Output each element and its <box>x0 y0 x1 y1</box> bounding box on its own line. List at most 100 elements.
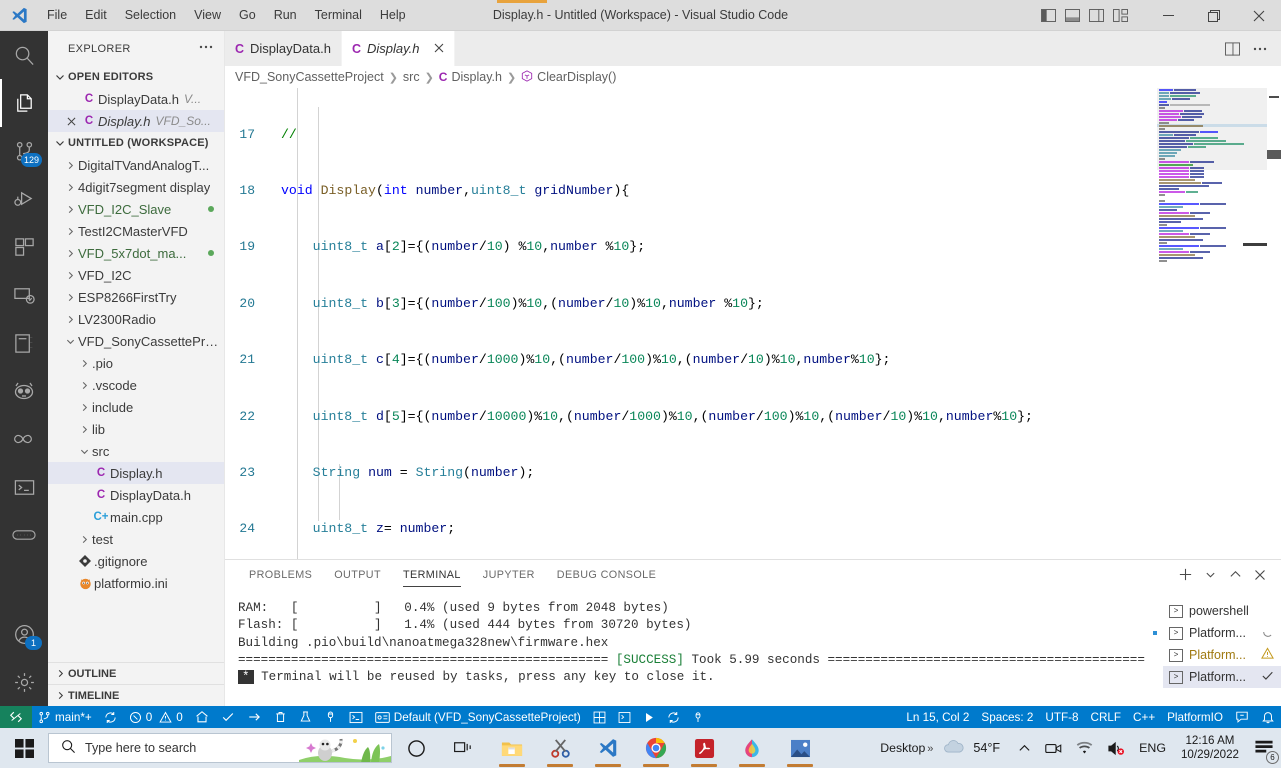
minimap-slider[interactable] <box>1157 88 1267 170</box>
section-open-editors[interactable]: OPEN EDITORS <box>48 66 224 88</box>
menu-run[interactable]: Run <box>265 0 306 31</box>
tree-folder[interactable]: include <box>48 396 224 418</box>
status-pio-run-icon[interactable] <box>637 706 661 728</box>
menu-view[interactable]: View <box>185 0 230 31</box>
start-button-icon[interactable] <box>0 728 48 768</box>
tree-folder[interactable]: lib <box>48 418 224 440</box>
tree-folder[interactable]: LV2300Radio <box>48 308 224 330</box>
activity-terminal-icon[interactable] <box>0 463 48 511</box>
status-pio-test-icon[interactable] <box>293 706 318 728</box>
tree-file-platformio-ini[interactable]: platformio.ini <box>48 572 224 594</box>
close-panel-icon[interactable] <box>1249 560 1271 589</box>
activity-settings-gear-icon[interactable] <box>0 658 48 706</box>
tree-folder[interactable]: VFD_I2C <box>48 264 224 286</box>
task-view-icon[interactable] <box>440 728 488 768</box>
tree-folder[interactable]: VFD_5x7dot_ma... <box>48 242 224 264</box>
activity-serial-monitor-icon[interactable] <box>0 511 48 559</box>
scrollbar-thumb[interactable] <box>1267 150 1281 159</box>
status-language-mode[interactable]: C++ <box>1127 706 1161 728</box>
panel-tab-problems[interactable]: PROBLEMS <box>238 560 323 589</box>
menu-go[interactable]: Go <box>230 0 265 31</box>
volume-muted-icon[interactable] <box>1100 728 1132 768</box>
tree-folder[interactable]: .vscode <box>48 374 224 396</box>
breadcrumb-symbol[interactable]: ClearDisplay() <box>521 69 616 85</box>
sidebar-more-actions-icon[interactable] <box>198 39 214 58</box>
activity-platformio-icon[interactable] <box>0 367 48 415</box>
maximize-panel-icon[interactable] <box>1224 560 1246 589</box>
toggle-panel-icon[interactable] <box>1060 0 1084 31</box>
acrobat-reader-icon[interactable] <box>680 728 728 768</box>
status-branch[interactable]: main*+ <box>32 706 98 728</box>
tree-folder[interactable]: VFD_SonyCassettePro... <box>48 330 224 352</box>
section-outline[interactable]: OUTLINE <box>48 662 224 684</box>
chevron-down-icon[interactable] <box>1199 560 1221 589</box>
panel-tab-debug-console[interactable]: DEBUG CONSOLE <box>546 560 667 589</box>
tree-file-display-h[interactable]: C Display.h <box>48 462 224 484</box>
tab-display-h[interactable]: C Display.h <box>341 31 455 66</box>
status-eol[interactable]: CRLF <box>1085 706 1128 728</box>
menu-selection[interactable]: Selection <box>116 0 185 31</box>
status-notifications-bell-icon[interactable] <box>1255 706 1281 728</box>
tree-file-displaydata-h[interactable]: C DisplayData.h <box>48 484 224 506</box>
activity-extensions-icon[interactable] <box>0 223 48 271</box>
close-window-button[interactable] <box>1236 0 1281 31</box>
code-editor[interactable]: 17// 18 void Display(int number,uint8_t g… <box>225 88 1281 559</box>
status-encoding[interactable]: UTF-8 <box>1039 706 1084 728</box>
photos-icon[interactable] <box>776 728 824 768</box>
news-and-interests-desktop[interactable]: Desktop » <box>870 741 935 755</box>
status-pio-serial-monitor-icon[interactable] <box>318 706 343 728</box>
minimize-button[interactable] <box>1146 0 1191 31</box>
status-cursor-position[interactable]: Ln 15, Col 2 <box>900 706 975 728</box>
status-indentation[interactable]: Spaces: 2 <box>975 706 1039 728</box>
action-center-icon[interactable]: 6 <box>1247 728 1281 768</box>
status-pio-home-icon[interactable] <box>189 706 215 728</box>
status-pio-boards-icon[interactable] <box>587 706 612 728</box>
editor-vertical-scrollbar[interactable] <box>1267 88 1281 559</box>
tree-folder[interactable]: .pio <box>48 352 224 374</box>
snipping-tool-icon[interactable] <box>536 728 584 768</box>
status-new-terminal-icon[interactable] <box>343 706 369 728</box>
tree-folder[interactable]: ESP8266FirstTry <box>48 286 224 308</box>
tree-folder[interactable]: 4digit7segment display <box>48 176 224 198</box>
breadcrumb-src[interactable]: src <box>403 70 420 84</box>
activity-remote-explorer-icon[interactable] <box>0 271 48 319</box>
activity-run-debug-icon[interactable] <box>0 175 48 223</box>
activity-search-icon[interactable] <box>0 31 48 79</box>
paint3d-icon[interactable] <box>728 728 776 768</box>
customize-layout-icon[interactable] <box>1108 0 1132 31</box>
weather-widget[interactable]: 54°F <box>935 728 1011 768</box>
menu-terminal[interactable]: Terminal <box>306 0 371 31</box>
terminal-output[interactable]: RAM: [ ] 0.4% (used 9 bytes from 2048 by… <box>225 589 1145 707</box>
toggle-primary-sidebar-icon[interactable] <box>1036 0 1060 31</box>
status-pio-env[interactable]: Default (VFD_SonyCassetteProject) <box>369 706 587 728</box>
new-terminal-icon[interactable] <box>1174 560 1196 589</box>
open-editor-item[interactable]: C Display.h VFD_So... <box>48 110 224 132</box>
panel-tab-jupyter[interactable]: JUPYTER <box>472 560 546 589</box>
toggle-secondary-sidebar-icon[interactable] <box>1084 0 1108 31</box>
panel-tab-output[interactable]: OUTPUT <box>323 560 392 589</box>
menu-edit[interactable]: Edit <box>76 0 116 31</box>
cortana-icon[interactable] <box>392 728 440 768</box>
close-editor-icon[interactable] <box>62 117 80 126</box>
status-pio-rebuild-icon[interactable] <box>661 706 686 728</box>
network-wifi-icon[interactable] <box>1069 728 1100 768</box>
status-problems[interactable]: 0 0 <box>123 706 189 728</box>
status-feedback-icon[interactable] <box>1229 706 1255 728</box>
status-pio-clean-icon[interactable] <box>268 706 293 728</box>
status-pio-build-icon[interactable] <box>215 706 241 728</box>
status-pio-terminal-icon[interactable] <box>612 706 637 728</box>
tree-folder[interactable]: VFD_I2C_Slave <box>48 198 224 220</box>
activity-infinity-icon[interactable] <box>0 415 48 463</box>
taskbar-search-input[interactable]: Type here to search <box>48 733 392 763</box>
tree-folder[interactable]: test <box>48 528 224 550</box>
tree-file-main-cpp[interactable]: C+ main.cpp <box>48 506 224 528</box>
breadcrumb-project[interactable]: VFD_SonyCassetteProject <box>235 70 384 84</box>
section-timeline[interactable]: TIMELINE <box>48 684 224 706</box>
close-tab-icon[interactable] <box>434 41 444 56</box>
terminal-instance-powershell[interactable]: > powershell <box>1163 600 1281 622</box>
activity-notebook-icon[interactable] <box>0 319 48 367</box>
chrome-icon[interactable] <box>632 728 680 768</box>
terminal-instance-platformio-1[interactable]: > Platform... <box>1163 622 1281 644</box>
section-workspace[interactable]: UNTITLED (WORKSPACE) <box>48 132 224 154</box>
tab-displaydata-h[interactable]: C DisplayData.h <box>225 31 342 66</box>
